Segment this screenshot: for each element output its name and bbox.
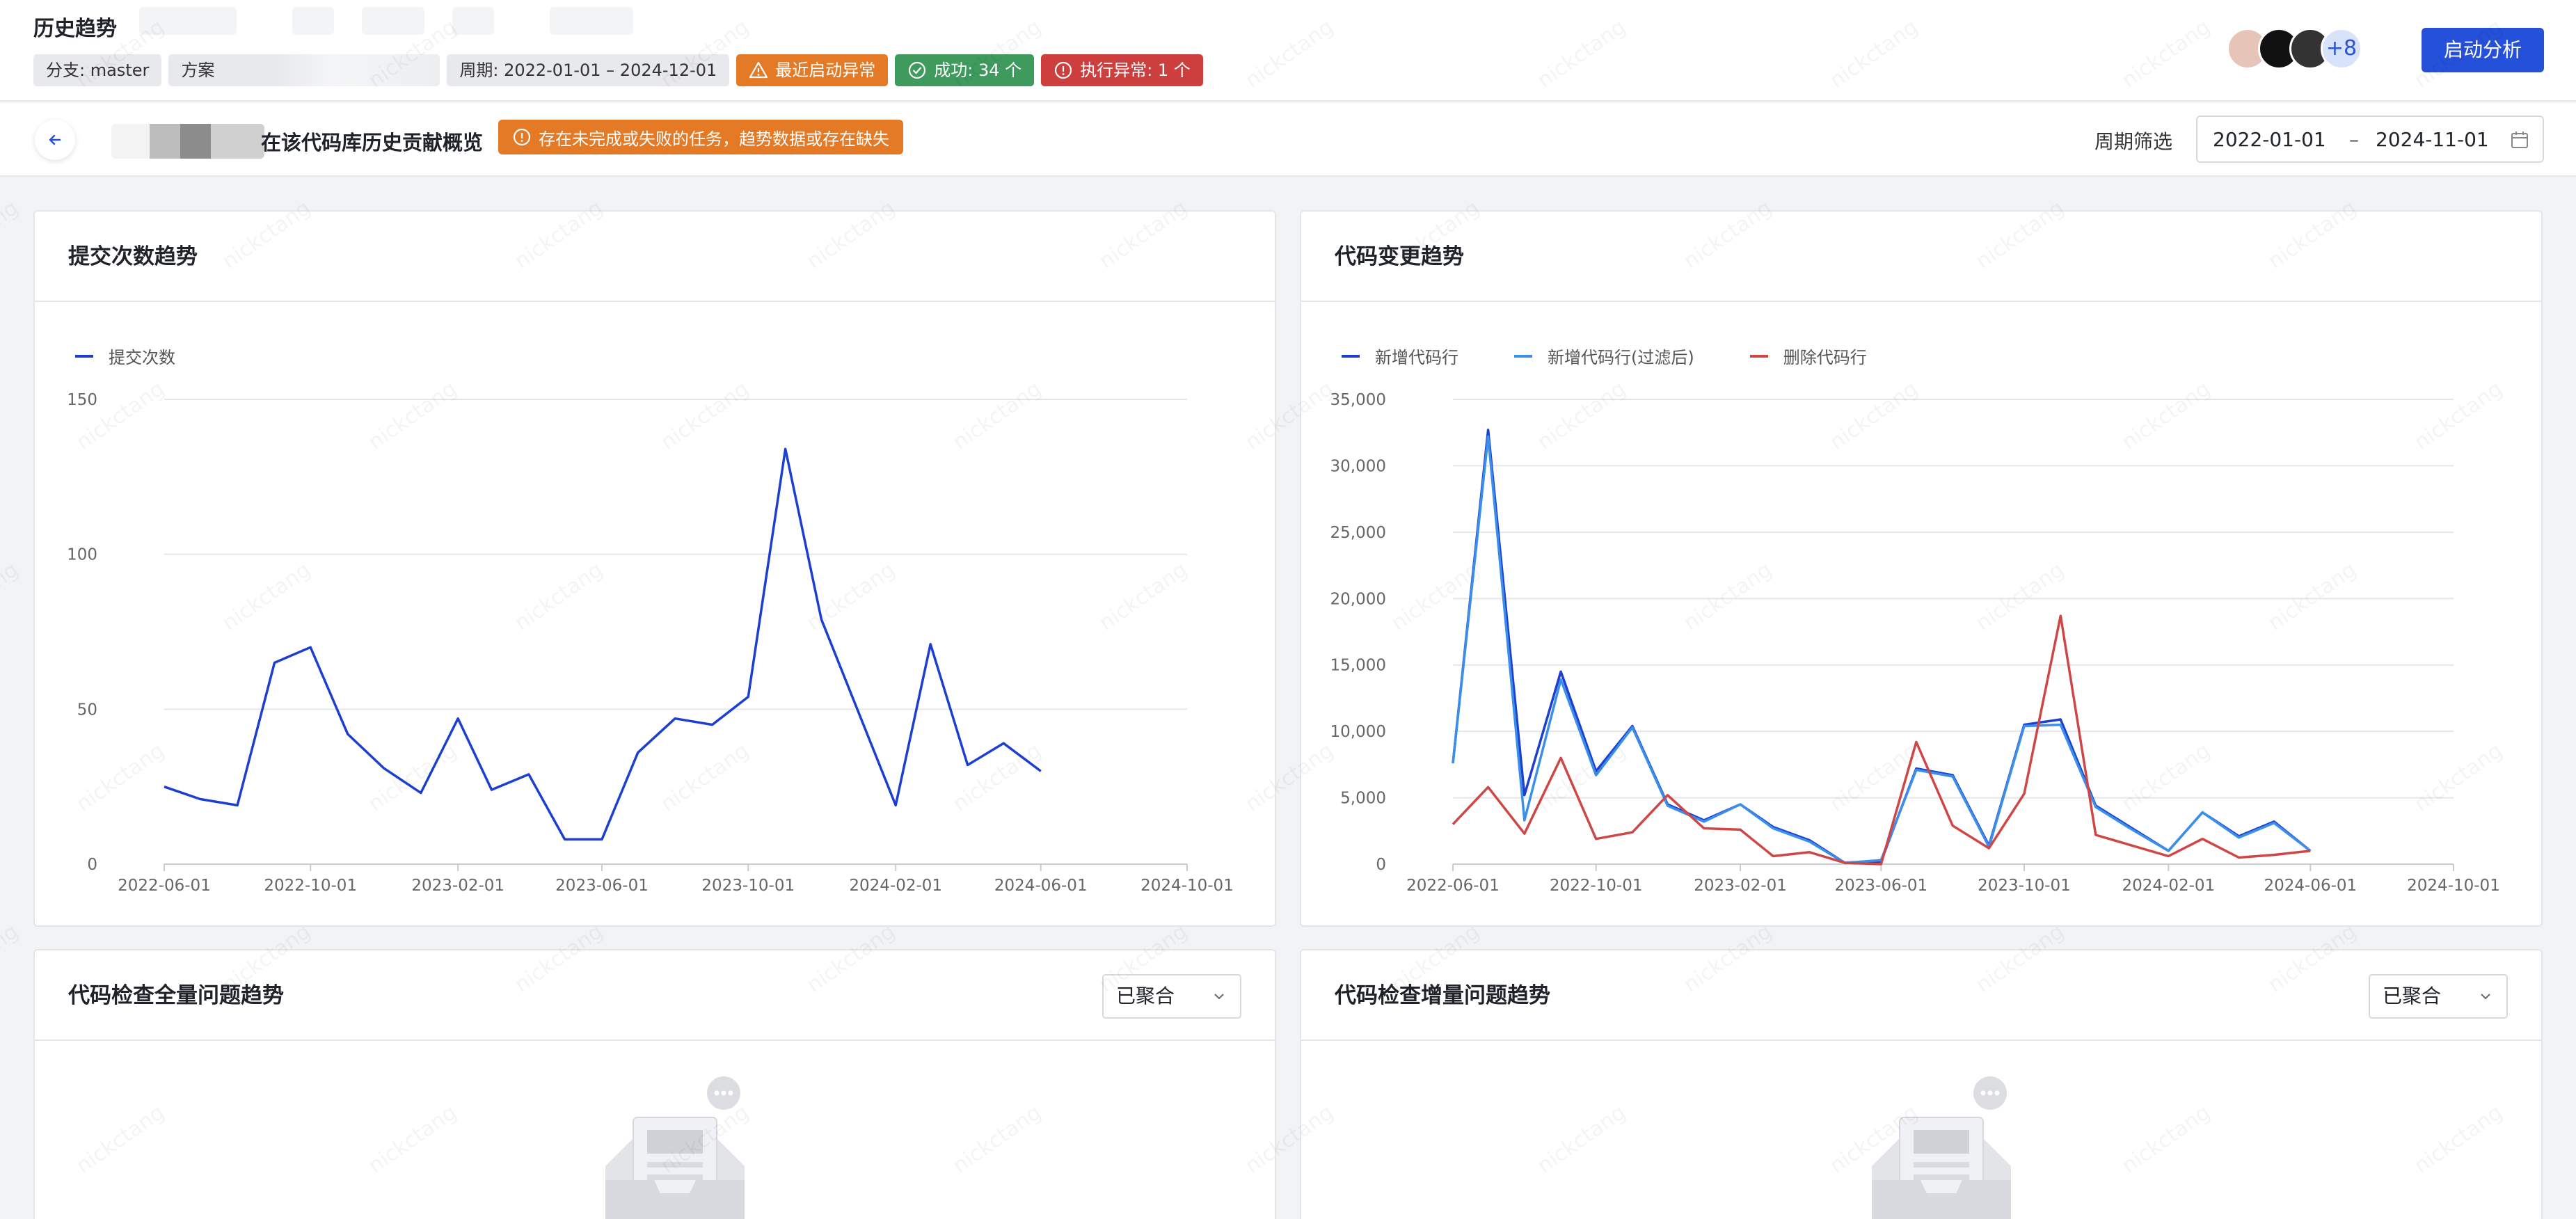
series-line [1452, 614, 2311, 866]
aggregate-select[interactable]: 已聚合 [1102, 974, 1241, 1019]
date-end-input[interactable]: 2024-11-01 [2376, 128, 2489, 151]
aggregate-select-value: 已聚合 [2383, 985, 2442, 1007]
y-tick-label: 20,000 [1330, 590, 1386, 608]
error-circle-icon [1055, 61, 1072, 79]
start-analysis-button[interactable]: 启动分析 [2422, 28, 2544, 72]
x-tick-label: 2024-10-01 [2407, 877, 2500, 895]
redacted-title-part [550, 7, 633, 35]
x-tick-label: 2023-02-01 [411, 877, 504, 895]
x-tick-label: 2023-10-01 [1978, 877, 2071, 895]
redacted-title-part [362, 7, 424, 35]
x-tick-label: 2023-06-01 [1834, 877, 1927, 895]
y-tick-label: 0 [1376, 856, 1386, 874]
issues-inc-title: 代码检查增量问题趋势 已聚合 [1301, 950, 2541, 1041]
watermark-text: nickctang [0, 919, 23, 997]
x-tick-label: 2024-10-01 [1140, 877, 1234, 895]
series-line [1452, 435, 2312, 864]
x-tick-label: 2022-06-01 [118, 877, 211, 895]
chevron-down-icon [1214, 994, 1224, 1000]
x-tick-label: 2024-06-01 [994, 877, 1088, 895]
empty-state-icon [605, 1076, 745, 1219]
member-avatars[interactable]: +8 [2227, 28, 2394, 70]
x-tick-label: 2023-10-01 [701, 877, 795, 895]
overview-title: 在该代码库历史贡献概览 [261, 131, 484, 154]
redacted-user-name [111, 124, 264, 159]
branch-tag: 分支: master [33, 54, 162, 86]
redacted-title-part [139, 7, 237, 35]
aggregate-select[interactable]: 已聚合 [2369, 974, 2508, 1019]
aggregate-select-value: 已聚合 [1116, 985, 1175, 1007]
scheme-tag: 方案 [168, 54, 440, 86]
code-change-card: 代码变更趋势 新增代码行 新增代码行(过滤后) 删除代码行 0 5,000 10,0… [1300, 210, 2543, 927]
code-change-chart: 0 5,000 10,000 15,000 20,000 25,000 30,000 35,0… [1330, 391, 2500, 895]
date-separator: – [2349, 127, 2359, 151]
y-tick-label: 15,000 [1330, 657, 1386, 675]
y-tick-label: 5,000 [1340, 790, 1386, 808]
y-tick-label: 0 [87, 856, 97, 874]
calendar-icon[interactable] [2509, 129, 2530, 150]
y-tick-label: 100 [67, 546, 97, 564]
issues-all-card: 代码检查全量问题趋势 已聚合 [33, 949, 1276, 1219]
series-line [164, 447, 1042, 841]
watermark-text: nickctang [0, 557, 23, 635]
back-button[interactable] [35, 120, 75, 160]
x-tick-label: 2024-02-01 [2122, 877, 2216, 895]
redacted-title-part [292, 7, 334, 35]
x-tick-label: 2024-02-01 [849, 877, 942, 895]
x-tick-label: 2022-06-01 [1406, 877, 1500, 895]
watermark-text: nickctang [0, 196, 23, 273]
success-label: 成功: 34 个 [934, 61, 1022, 80]
x-tick-label: 2024-06-01 [2264, 877, 2357, 895]
issues-all-title: 代码检查全量问题趋势 已聚合 [35, 950, 1275, 1041]
date-range-picker[interactable]: 2022-01-01 – 2024-11-01 [2196, 115, 2544, 163]
period-filter-label: 周期筛选 [2094, 130, 2173, 153]
x-tick-label: 2022-10-01 [1550, 877, 1643, 895]
x-tick-label: 2023-02-01 [1694, 877, 1787, 895]
date-start-input[interactable]: 2022-01-01 [2213, 128, 2326, 151]
commit-trend-card: 提交次数趋势 提交次数 0 50 100 150 2022-06-01 2022-10-0… [33, 210, 1276, 927]
commit-trend-chart: 0 50 100 150 2022-06-01 2022-10-01 2023-02-01 2… [67, 391, 1234, 895]
warning-triangle-icon [749, 61, 768, 79]
period-tag: 周期: 2022-01-01 – 2024-12-01 [447, 54, 730, 86]
status-tags: 分支: master 方案 周期: 2022-01-01 – 2024-12-0… [33, 54, 1203, 86]
data-missing-warning: 存在未完成或失败的任务，趋势数据或存在缺失 [498, 120, 903, 154]
sub-header: 在该代码库历史贡献概览 存在未完成或失败的任务，趋势数据或存在缺失 周期筛选 2… [0, 103, 2576, 177]
warning-circle-icon [513, 128, 531, 146]
arrow-left-icon [49, 134, 61, 145]
recent-error-label: 最近启动异常 [775, 61, 876, 80]
redacted-title-part [452, 7, 494, 35]
success-tag[interactable]: 成功: 34 个 [895, 54, 1035, 86]
check-circle-icon [909, 61, 926, 79]
chevron-down-icon [2481, 994, 2490, 1000]
y-tick-label: 25,000 [1330, 524, 1386, 542]
empty-state-icon [1872, 1076, 2011, 1219]
exec-error-label: 执行异常: 1 个 [1080, 61, 1191, 80]
x-tick-label: 2022-10-01 [264, 877, 357, 895]
data-missing-text: 存在未完成或失败的任务，趋势数据或存在缺失 [539, 129, 889, 149]
more-members-badge[interactable]: +8 [2321, 28, 2362, 70]
y-tick-label: 50 [77, 701, 97, 719]
top-bar: 历史趋势 分支: master 方案 周期: 2022-01-01 – 2024… [0, 0, 2576, 102]
page-title: 历史趋势 [33, 17, 117, 41]
y-tick-label: 35,000 [1330, 391, 1386, 409]
issues-inc-card: 代码检查增量问题趋势 已聚合 [1300, 949, 2543, 1219]
recent-error-tag[interactable]: 最近启动异常 [736, 54, 889, 86]
y-tick-label: 30,000 [1330, 457, 1386, 475]
exec-error-tag[interactable]: 执行异常: 1 个 [1041, 54, 1203, 86]
x-tick-label: 2023-06-01 [555, 877, 649, 895]
y-tick-label: 150 [67, 391, 97, 409]
y-tick-label: 10,000 [1330, 723, 1386, 741]
